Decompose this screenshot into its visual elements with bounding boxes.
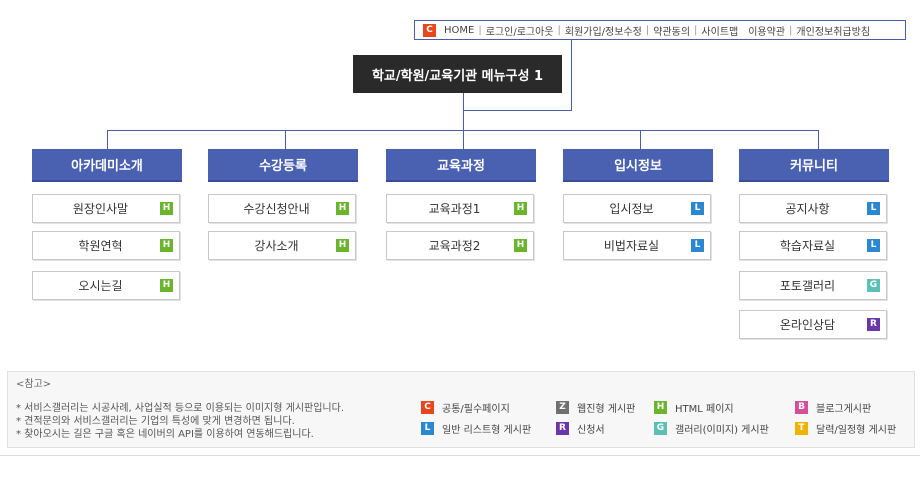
menu-item-label: 학습자료실 <box>779 239 836 253</box>
connector-branch-5 <box>818 130 819 149</box>
menu-item[interactable]: 공지사항 L <box>739 194 887 223</box>
html-page-icon: H <box>654 401 667 414</box>
legend-item: G 갤러리(이미지) 게시판 <box>654 421 769 436</box>
menu-item-label: 온라인상담 <box>779 318 836 332</box>
legend-item: B 블로그게시판 <box>795 400 871 415</box>
html-page-icon: H <box>336 239 349 252</box>
gallery-board-icon: G <box>654 422 667 435</box>
menu-item[interactable]: 수강신청안내 H <box>208 194 356 223</box>
legend-item: L 일반 리스트형 게시판 <box>421 421 531 436</box>
common-page-badge-icon: C <box>421 401 434 414</box>
gallery-board-icon: G <box>867 279 880 292</box>
application-form-icon: R <box>556 422 569 435</box>
connector-title-down <box>463 93 464 131</box>
menu-item-label: 공지사항 <box>785 202 830 216</box>
connector-branch-1 <box>107 130 108 149</box>
note-line: * 찾아오시는 길은 구글 혹은 네이버의 API를 이용하여 연동해드립니다. <box>16 429 314 440</box>
menu-item-label: 비법자료실 <box>603 239 660 253</box>
menu-item[interactable]: 강사소개 H <box>208 231 356 260</box>
legend-label: 신청서 <box>577 425 605 436</box>
menu-item-label: 강사소개 <box>254 239 299 253</box>
connector-nav-to-title <box>463 110 572 111</box>
nav-login-logout[interactable]: 로그인/로그아웃 <box>486 23 554 38</box>
html-page-icon: H <box>514 239 527 252</box>
application-form-icon: R <box>867 318 880 331</box>
menu-item[interactable]: 원장인사말 H <box>32 194 180 223</box>
menu-item-label: 수강신청안내 <box>243 202 310 216</box>
menu-item-label: 학원연혁 <box>78 239 123 253</box>
html-page-icon: H <box>160 202 173 215</box>
nav-separator: | <box>557 24 561 36</box>
nav-separator: | <box>694 24 698 36</box>
legend-label: 블로그게시판 <box>816 404 872 415</box>
legend-label: HTML 페이지 <box>675 404 734 415</box>
legend-item: H HTML 페이지 <box>654 400 734 415</box>
nav-terms-of-use[interactable]: 이용약관 <box>748 23 785 38</box>
legend-label: 일반 리스트형 게시판 <box>442 425 532 436</box>
legend-item: T 달력/일정형 게시판 <box>795 421 896 436</box>
nav-separator: | <box>645 24 650 36</box>
connector-branch-2 <box>285 130 286 149</box>
menu-item[interactable]: 오시는길 H <box>32 271 180 300</box>
list-board-icon: L <box>691 202 704 215</box>
connector-branch-4 <box>640 130 641 149</box>
legend-item: Z 웹진형 게시판 <box>556 400 635 415</box>
html-page-icon: H <box>160 239 173 252</box>
menu-item[interactable]: 온라인상담 R <box>739 310 887 339</box>
diagram-title: 학교/학원/교육기관 메뉴구성 1 <box>353 55 562 93</box>
list-board-icon: L <box>867 239 880 252</box>
nav-sitemap[interactable]: 사이트맵 <box>701 23 738 38</box>
category-curriculum[interactable]: 교육과정 <box>386 149 536 182</box>
menu-item[interactable]: 포토갤러리 G <box>739 271 887 300</box>
menu-item[interactable]: 비법자료실 L <box>563 231 711 260</box>
connector-branch-3 <box>463 130 464 149</box>
notes-title: <참고> <box>16 379 52 390</box>
menu-item-label: 오시는길 <box>78 279 123 293</box>
html-page-icon: H <box>336 202 349 215</box>
legend-label: 공통/필수페이지 <box>442 404 510 415</box>
list-board-icon: L <box>691 239 704 252</box>
category-admission[interactable]: 입시정보 <box>563 149 713 182</box>
menu-item[interactable]: 학습자료실 L <box>739 231 887 260</box>
nav-join-edit[interactable]: 회원가입/정보수정 <box>565 23 642 38</box>
menu-item[interactable]: 교육과정2 H <box>386 231 534 260</box>
menu-item-label: 입시정보 <box>609 202 654 216</box>
blog-board-icon: B <box>795 401 808 414</box>
list-board-icon: L <box>867 202 880 215</box>
menu-item-label: 포토갤러리 <box>779 279 836 293</box>
menu-item-label: 교육과정2 <box>428 239 481 253</box>
category-registration[interactable]: 수강등록 <box>208 149 358 182</box>
legend-label: 갤러리(이미지) 게시판 <box>675 425 769 436</box>
common-page-badge-icon: C <box>423 23 436 37</box>
calendar-board-icon: T <box>795 422 808 435</box>
menu-item[interactable]: 입시정보 L <box>563 194 711 223</box>
html-page-icon: H <box>514 202 527 215</box>
menu-item[interactable]: 학원연혁 H <box>32 231 180 260</box>
legend-label: 달력/일정형 게시판 <box>816 425 897 436</box>
nav-separator: | <box>478 24 482 36</box>
nav-home[interactable]: HOME <box>444 25 474 36</box>
menu-item[interactable]: 교육과정1 H <box>386 194 534 223</box>
html-page-icon: H <box>160 279 173 292</box>
bottom-divider <box>0 455 920 456</box>
legend-item: C 공통/필수페이지 <box>421 400 510 415</box>
category-community[interactable]: 커뮤니티 <box>739 149 889 182</box>
legend-item: R 신청서 <box>556 421 605 436</box>
webzine-board-icon: Z <box>556 401 569 414</box>
category-academy-intro[interactable]: 아카데미소개 <box>32 149 182 182</box>
nav-separator: | <box>789 24 793 36</box>
top-navigation: C HOME | 로그인/로그아웃 | 회원가입/정보수정 | 약관동의 | 사이트맵 … <box>414 20 906 40</box>
list-board-icon: L <box>421 422 434 435</box>
menu-item-label: 원장인사말 <box>72 202 129 216</box>
nav-terms-agree[interactable]: 약관동의 <box>653 23 690 38</box>
menu-item-label: 교육과정1 <box>428 202 481 216</box>
legend-label: 웹진형 게시판 <box>577 404 636 415</box>
connector-nav-down <box>571 40 572 111</box>
nav-privacy-policy[interactable]: 개인정보취급방침 <box>796 23 870 38</box>
